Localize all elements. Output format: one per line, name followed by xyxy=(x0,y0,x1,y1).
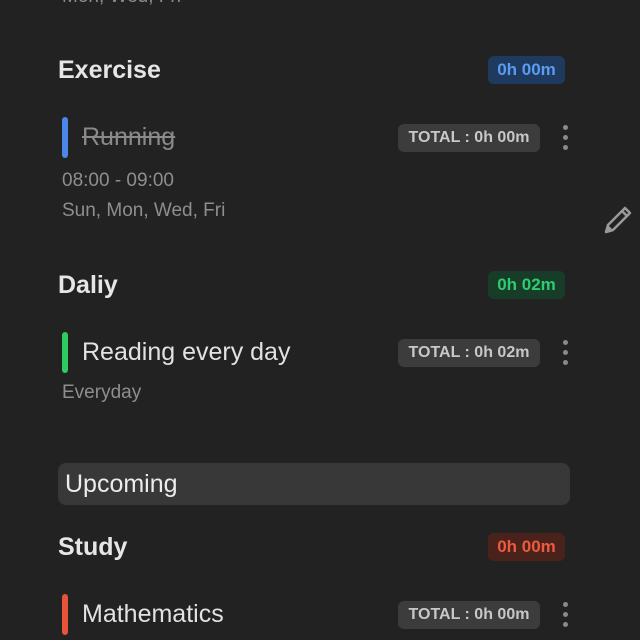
section-title-study: Study xyxy=(58,533,128,561)
section-title-daily: Daliy xyxy=(58,271,118,299)
task-days-reading: Everyday xyxy=(62,382,142,403)
upcoming-header[interactable]: Upcoming xyxy=(58,463,570,505)
task-color-bar-reading xyxy=(62,332,68,373)
task-color-bar-mathematics xyxy=(62,594,68,635)
task-menu-running[interactable] xyxy=(555,122,575,152)
task-days-running: Sun, Mon, Wed, Fri xyxy=(62,200,226,221)
section-total-badge-study: 0h 00m xyxy=(488,533,565,561)
task-title-running[interactable]: Running xyxy=(82,123,175,152)
task-total-chip-running: TOTAL : 0h 00m xyxy=(398,124,540,152)
vertical-dots-icon xyxy=(562,339,568,345)
task-title-mathematics[interactable]: Mathematics xyxy=(82,600,224,629)
pencil-icon xyxy=(604,206,632,234)
task-total-chip-mathematics: TOTAL : 0h 00m xyxy=(398,601,540,629)
task-title-reading[interactable]: Reading every day xyxy=(82,338,290,367)
task-menu-mathematics[interactable] xyxy=(555,599,575,629)
vertical-dots-icon xyxy=(562,601,568,607)
task-color-bar-running xyxy=(62,117,68,158)
task-time-running: 08:00 - 09:00 xyxy=(62,170,174,191)
section-title-exercise: Exercise xyxy=(58,56,161,84)
task-menu-reading[interactable] xyxy=(555,337,575,367)
previous-task-days: Mon, Wed, Fri xyxy=(62,0,181,8)
section-total-badge-exercise: 0h 00m xyxy=(488,56,565,84)
edit-button[interactable] xyxy=(596,196,640,244)
task-total-chip-reading: TOTAL : 0h 02m xyxy=(398,339,540,367)
section-total-badge-daily: 0h 02m xyxy=(488,271,565,299)
vertical-dots-icon xyxy=(562,124,568,130)
